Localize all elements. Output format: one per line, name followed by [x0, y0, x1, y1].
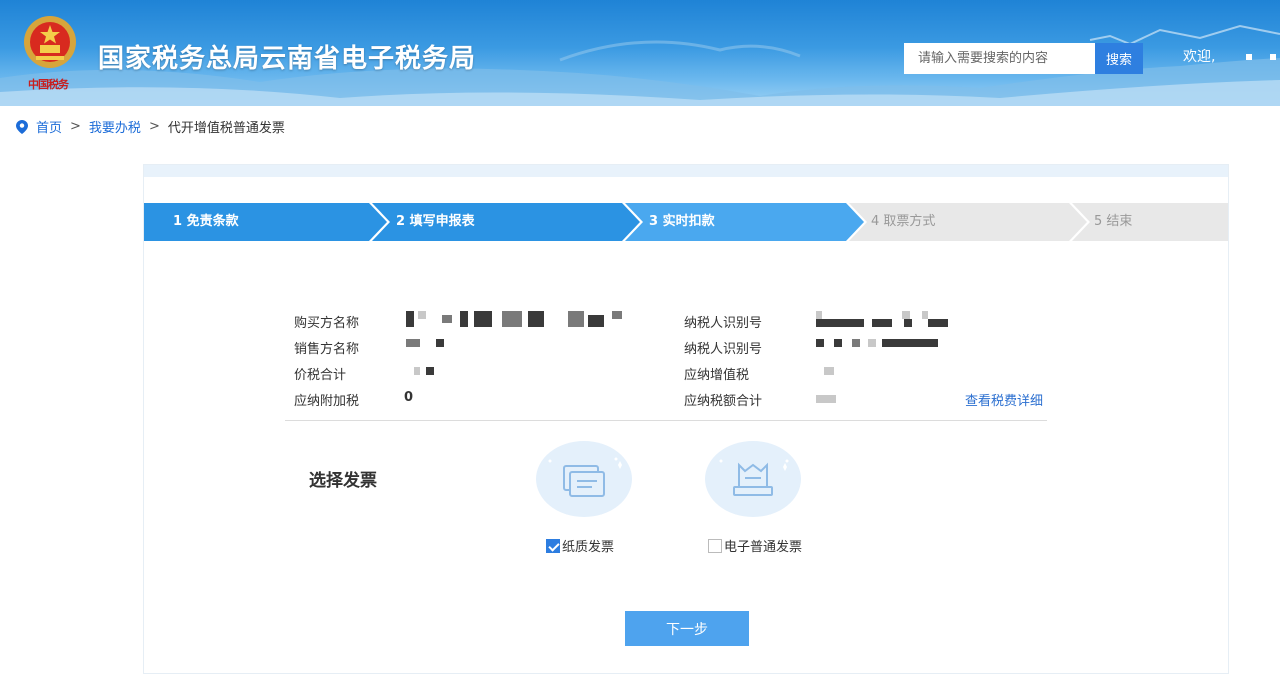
paper-invoice-icon-bg	[536, 441, 632, 517]
step-3: 3 实时扣款	[625, 203, 849, 241]
step-5-label: 5 结束	[1094, 214, 1133, 229]
electronic-invoice-checkbox[interactable]	[708, 538, 722, 553]
paper-invoice-icon	[548, 457, 622, 497]
view-tax-detail-link[interactable]: 查看税费详细	[965, 390, 1043, 409]
select-invoice-title: 选择发票	[309, 471, 377, 491]
emblem-caption: 中国税务	[28, 78, 69, 91]
site-header: 中国税务 国家税务总局云南省电子税务局 搜索 欢迎,	[0, 0, 1280, 106]
breadcrumb-separator: >	[148, 119, 160, 134]
surtax-value: 0	[404, 390, 414, 405]
step-1-label: 1 免责条款	[173, 214, 239, 229]
step-5: 5 结束	[1072, 203, 1228, 241]
step-4: 4 取票方式	[849, 203, 1072, 241]
card-top-band	[144, 165, 1228, 177]
paper-invoice-checkbox[interactable]	[546, 538, 560, 553]
taxpayer-id-label: 纳税人识别号	[684, 342, 763, 357]
electronic-invoice-label: 电子普通发票	[724, 540, 803, 555]
breadcrumb-level2[interactable]: 我要办税	[89, 117, 141, 136]
tax-total-label: 应纳税额合计	[684, 394, 763, 409]
surtax-label: 应纳附加税	[294, 394, 360, 409]
step-2: 2 填写申报表	[372, 203, 625, 241]
paper-invoice-option[interactable]: 纸质发票	[546, 536, 614, 555]
step-4-label: 4 取票方式	[871, 214, 936, 229]
search-button[interactable]: 搜索	[1095, 43, 1143, 74]
step-progress: 1 免责条款 2 填写申报表 3 实时扣款 4 取票方式 5 结束	[144, 203, 1228, 241]
location-pin-icon	[16, 119, 28, 134]
breadcrumb-current: 代开增值税普通发票	[167, 121, 285, 136]
step-2-label: 2 填写申报表	[396, 214, 475, 229]
step-3-label: 3 实时扣款	[649, 214, 715, 229]
step-1: 1 免责条款	[144, 203, 372, 241]
welcome-text: 欢迎,	[1183, 49, 1216, 65]
main-card: 1 免责条款 2 填写申报表 3 实时扣款 4 取票方式 5 结束 购买方名称 …	[143, 164, 1229, 674]
vat-label: 应纳增值税	[684, 368, 750, 383]
total-label: 价税合计	[294, 368, 347, 383]
paper-invoice-label: 纸质发票	[562, 540, 615, 555]
breadcrumb-separator: >	[70, 119, 81, 134]
user-name-redacted	[1270, 54, 1276, 60]
seller-name-label: 销售方名称	[294, 342, 360, 357]
user-name-redacted	[1246, 54, 1252, 60]
national-emblem-icon	[24, 16, 76, 68]
electronic-invoice-icon	[719, 459, 789, 496]
next-step-button[interactable]: 下一步	[625, 611, 749, 646]
breadcrumb: 首页 > 我要办税 > 代开增值税普通发票	[16, 117, 285, 136]
buyer-name-label: 购买方名称	[294, 316, 360, 331]
info-divider	[285, 420, 1047, 421]
breadcrumb-home[interactable]: 首页	[36, 117, 62, 136]
site-title: 国家税务总局云南省电子税务局	[98, 44, 477, 74]
taxpayer-id-label: 纳税人识别号	[684, 316, 763, 331]
electronic-invoice-option[interactable]: 电子普通发票	[708, 536, 802, 555]
electronic-invoice-icon-bg	[705, 441, 801, 517]
search-input[interactable]	[904, 43, 1095, 74]
